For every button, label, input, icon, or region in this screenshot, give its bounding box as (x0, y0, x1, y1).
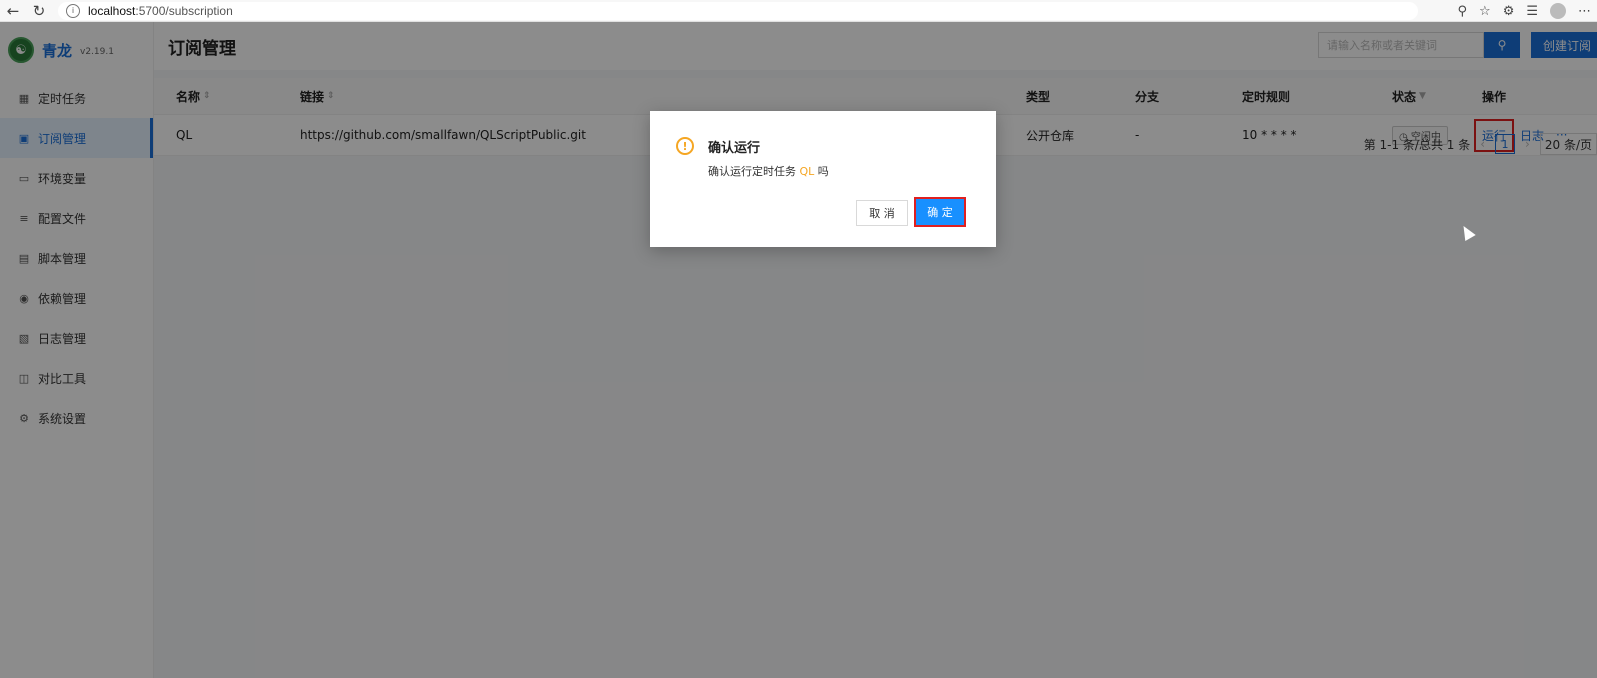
refresh-icon[interactable]: ↻ (26, 0, 52, 22)
address-bar[interactable]: i localhost:5700/subscription (58, 1, 1418, 20)
modal-title: 确认运行 (708, 141, 761, 156)
confirm-run-modal: ! 确认运行 确认运行定时任务 QL 吗 取 消 确 定 (650, 111, 996, 247)
favorites-icon[interactable]: ☰ (1526, 4, 1538, 19)
more-menu-icon[interactable]: ⋯ (1578, 4, 1591, 19)
url-host: localhost (88, 3, 136, 18)
star-icon[interactable]: ☆ (1479, 4, 1491, 19)
profile-avatar[interactable] (1550, 3, 1566, 19)
cancel-button[interactable]: 取 消 (856, 200, 908, 226)
url-path: :5700/subscription (135, 3, 233, 18)
confirm-button[interactable]: 确 定 (914, 197, 966, 227)
back-icon[interactable]: ← (0, 0, 26, 22)
modal-task-name: QL (799, 165, 815, 178)
modal-content-suffix: 吗 (814, 165, 829, 178)
extensions-icon[interactable]: ⚙ (1503, 4, 1515, 19)
warning-icon: ! (676, 137, 694, 155)
info-icon[interactable]: i (66, 3, 80, 18)
modal-content: 确认运行定时任务 QL 吗 (708, 163, 829, 179)
browser-toolbar: ← ↻ i localhost:5700/subscription ⚲ ☆ ⚙ … (0, 0, 1597, 22)
modal-content-prefix: 确认运行定时任务 (708, 165, 800, 178)
key-icon[interactable]: ⚲ (1458, 4, 1468, 19)
